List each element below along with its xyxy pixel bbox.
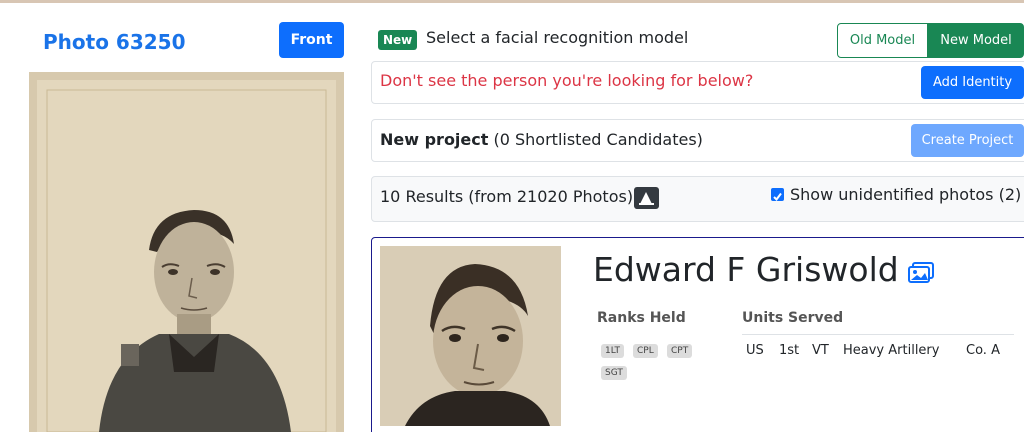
model-prompt: Select a facial recognition model — [426, 28, 689, 47]
ranks-held-heading: Ranks Held — [597, 310, 686, 326]
units-divider — [742, 334, 1014, 335]
create-project-button[interactable]: Create Project — [911, 124, 1024, 157]
show-unidentified-label[interactable]: Show unidentified photos (2) — [790, 185, 1021, 204]
unit-number: 1st — [779, 343, 800, 358]
gallery-icon[interactable] — [908, 262, 934, 284]
rank-badge: SGT — [601, 366, 627, 380]
main-photo — [29, 72, 344, 432]
photo-title: Photo 63250 — [43, 30, 186, 54]
person-photo[interactable] — [380, 246, 561, 426]
sort-icon[interactable] — [634, 187, 659, 209]
old-model-button[interactable]: Old Model — [837, 23, 928, 58]
unit-company: Co. A — [966, 343, 1000, 358]
new-badge: New — [378, 30, 418, 50]
unit-country: US — [746, 343, 764, 358]
front-button[interactable]: Front — [279, 22, 344, 58]
add-identity-button[interactable]: Add Identity — [921, 66, 1024, 99]
top-divider — [0, 0, 1024, 3]
rank-badge: CPT — [667, 344, 693, 358]
unit-state: VT — [812, 343, 829, 358]
units-served-heading: Units Served — [742, 310, 844, 326]
rank-badge: CPL — [633, 344, 658, 358]
project-text: New project (0 Shortlisted Candidates) — [380, 130, 703, 149]
identity-notice-text: Don't see the person you're looking for … — [380, 71, 754, 90]
show-unidentified-checkbox[interactable] — [771, 188, 784, 202]
project-title: New project — [380, 130, 489, 149]
results-summary: 10 Results (from 21020 Photos) — [380, 187, 634, 206]
new-model-button[interactable]: New Model — [928, 23, 1024, 58]
person-name[interactable]: Edward F Griswold — [593, 250, 899, 289]
unit-branch: Heavy Artillery — [843, 343, 940, 358]
project-subtitle: (0 Shortlisted Candidates) — [493, 130, 703, 149]
rank-badge: 1LT — [601, 344, 624, 358]
model-toggle: Old Model New Model — [837, 23, 1024, 58]
